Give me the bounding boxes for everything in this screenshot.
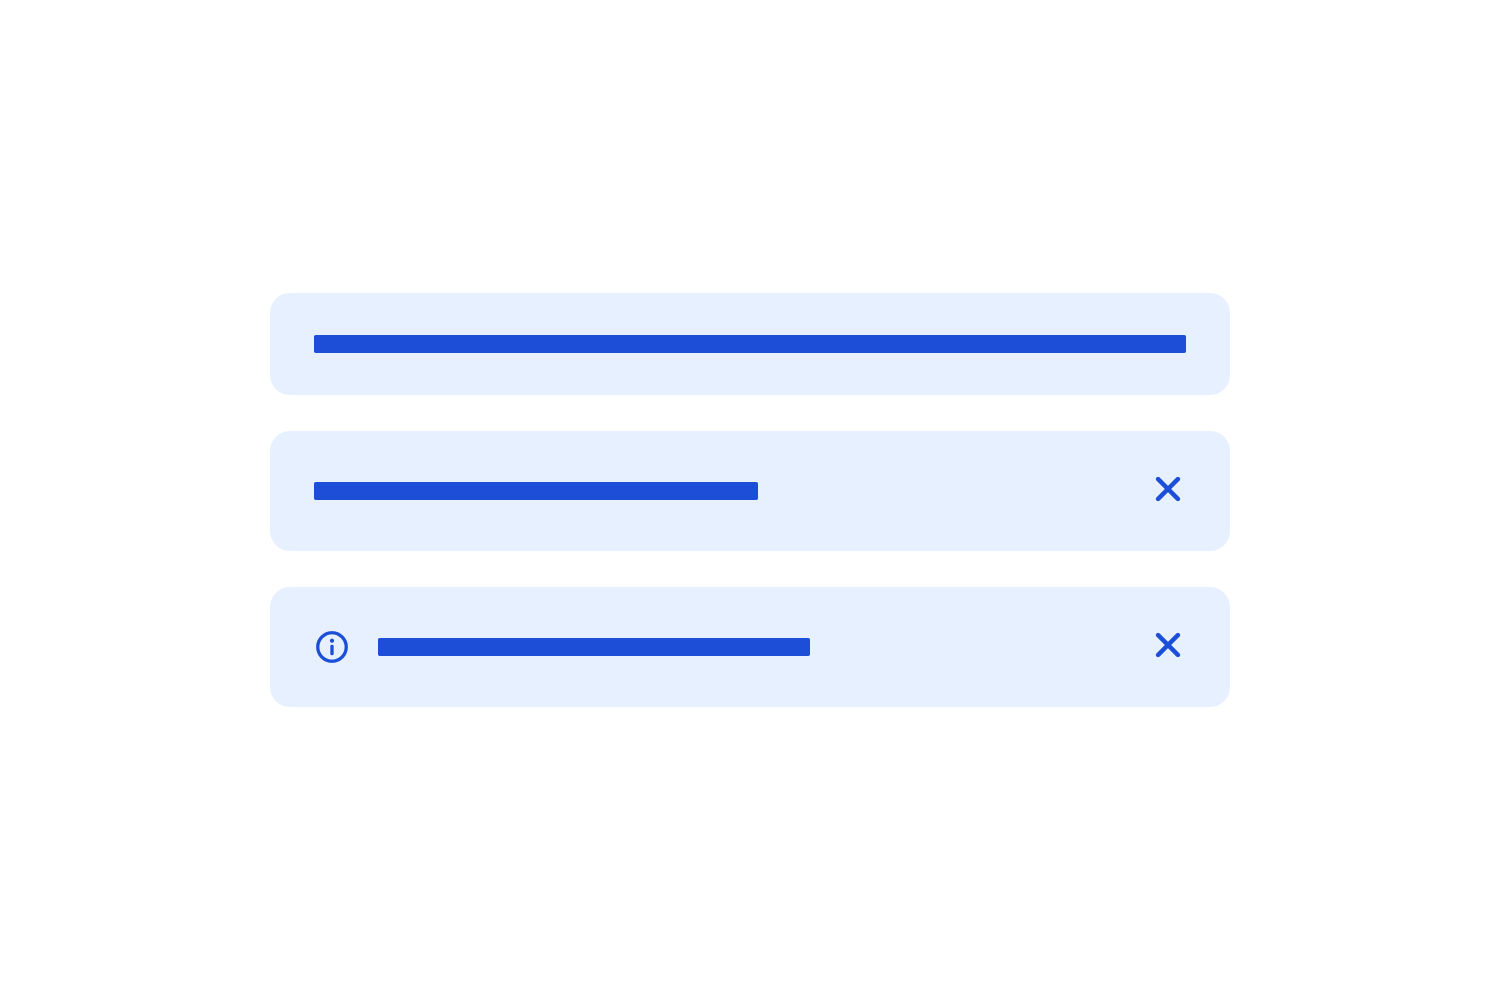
alert-group xyxy=(270,293,1230,707)
close-button[interactable] xyxy=(1150,629,1186,665)
close-icon xyxy=(1151,472,1185,511)
alert-closable xyxy=(270,431,1230,551)
alert-text-placeholder xyxy=(378,638,810,656)
info-icon xyxy=(314,629,350,665)
alert-content xyxy=(314,335,1186,353)
alert-info-closable xyxy=(270,587,1230,707)
close-button[interactable] xyxy=(1150,473,1186,509)
alert-text-placeholder xyxy=(314,482,758,500)
alert-basic xyxy=(270,293,1230,395)
alert-content xyxy=(314,482,1122,500)
alert-content xyxy=(378,638,1122,656)
alert-text-placeholder xyxy=(314,335,1186,353)
close-icon xyxy=(1151,628,1185,667)
